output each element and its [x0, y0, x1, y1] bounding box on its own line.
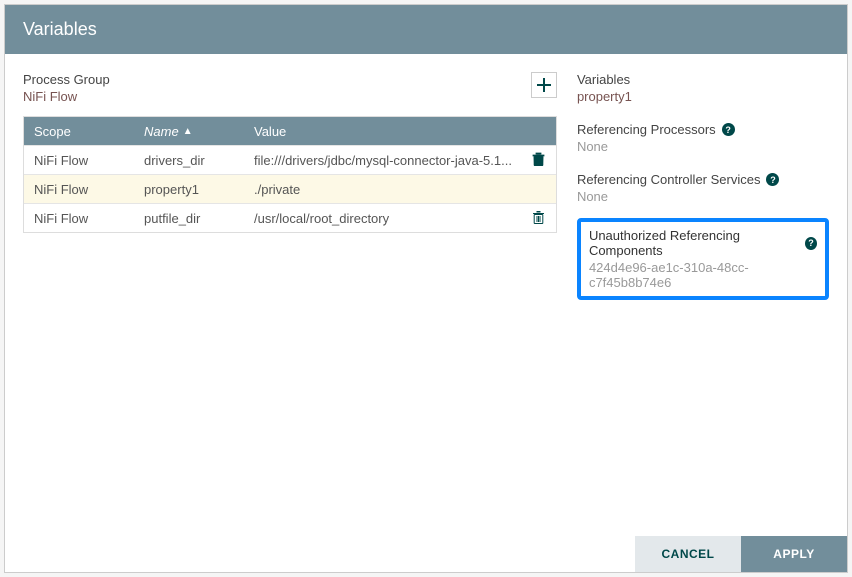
header-name-text: Name: [144, 124, 179, 139]
process-group-row: Process Group NiFi Flow: [23, 72, 557, 104]
help-icon[interactable]: ?: [722, 123, 735, 136]
variables-value: property1: [577, 89, 829, 104]
process-group-name: NiFi Flow: [23, 89, 110, 104]
ref-processors-section: Referencing Processors ? None: [577, 122, 829, 154]
right-panel: Variables property1 Referencing Processo…: [577, 72, 829, 518]
trash-icon: [532, 152, 545, 166]
cell-scope: NiFi Flow: [24, 146, 134, 174]
header-name[interactable]: Name ▲: [134, 117, 244, 145]
ref-controller-label: Referencing Controller Services: [577, 172, 761, 187]
table-row[interactable]: NiFi Flow property1 ./private: [24, 174, 556, 203]
cell-name: putfile_dir: [134, 204, 244, 232]
table-header-row: Scope Name ▲ Value: [24, 117, 556, 145]
cell-action: [522, 204, 556, 232]
cell-value: /usr/local/root_directory: [244, 204, 522, 232]
apply-button[interactable]: APPLY: [741, 536, 847, 572]
help-icon[interactable]: ?: [805, 237, 817, 250]
variables-label: Variables: [577, 72, 829, 87]
trash-icon: [532, 210, 545, 224]
cell-scope: NiFi Flow: [24, 204, 134, 232]
help-icon[interactable]: ?: [766, 173, 779, 186]
cell-action: [522, 146, 556, 174]
header-scope[interactable]: Scope: [24, 117, 134, 145]
table-row[interactable]: NiFi Flow putfile_dir /usr/local/root_di…: [24, 203, 556, 232]
cell-action: [522, 175, 556, 203]
unauthorized-heading: Unauthorized Referencing Components ?: [589, 228, 817, 258]
cancel-button[interactable]: CANCEL: [635, 536, 741, 572]
cell-name: drivers_dir: [134, 146, 244, 174]
sort-asc-icon: ▲: [183, 126, 193, 137]
cell-value: ./private: [244, 175, 522, 203]
header-action: [522, 117, 556, 145]
dialog-body: Process Group NiFi Flow Scope Name ▲ Val…: [5, 54, 847, 536]
ref-controller-section: Referencing Controller Services ? None: [577, 172, 829, 204]
dialog-title: Variables: [5, 5, 847, 54]
cell-name: property1: [134, 175, 244, 203]
delete-button[interactable]: [532, 210, 545, 227]
ref-controller-value: None: [577, 189, 829, 204]
process-group-info: Process Group NiFi Flow: [23, 72, 110, 104]
add-variable-button[interactable]: [531, 72, 557, 98]
ref-processors-label: Referencing Processors: [577, 122, 716, 137]
variables-dialog: Variables Process Group NiFi Flow Scope …: [4, 4, 848, 573]
variables-table: Scope Name ▲ Value NiFi Flow drivers_dir…: [23, 116, 557, 233]
header-value[interactable]: Value: [244, 117, 522, 145]
cell-scope: NiFi Flow: [24, 175, 134, 203]
cell-value: file:///drivers/jdbc/mysql-connector-jav…: [244, 146, 522, 174]
delete-button[interactable]: [532, 152, 545, 169]
variables-section: Variables property1: [577, 72, 829, 104]
ref-processors-heading: Referencing Processors ?: [577, 122, 829, 137]
process-group-label: Process Group: [23, 72, 110, 87]
ref-controller-heading: Referencing Controller Services ?: [577, 172, 829, 187]
plus-icon: [537, 78, 551, 92]
unauthorized-highlight: Unauthorized Referencing Components ? 42…: [577, 218, 829, 300]
dialog-footer: CANCEL APPLY: [5, 536, 847, 572]
unauthorized-value: 424d4e96-ae1c-310a-48cc-c7f45b8b74e6: [589, 260, 817, 290]
unauthorized-label: Unauthorized Referencing Components: [589, 228, 799, 258]
left-panel: Process Group NiFi Flow Scope Name ▲ Val…: [23, 72, 557, 518]
table-row[interactable]: NiFi Flow drivers_dir file:///drivers/jd…: [24, 145, 556, 174]
ref-processors-value: None: [577, 139, 829, 154]
